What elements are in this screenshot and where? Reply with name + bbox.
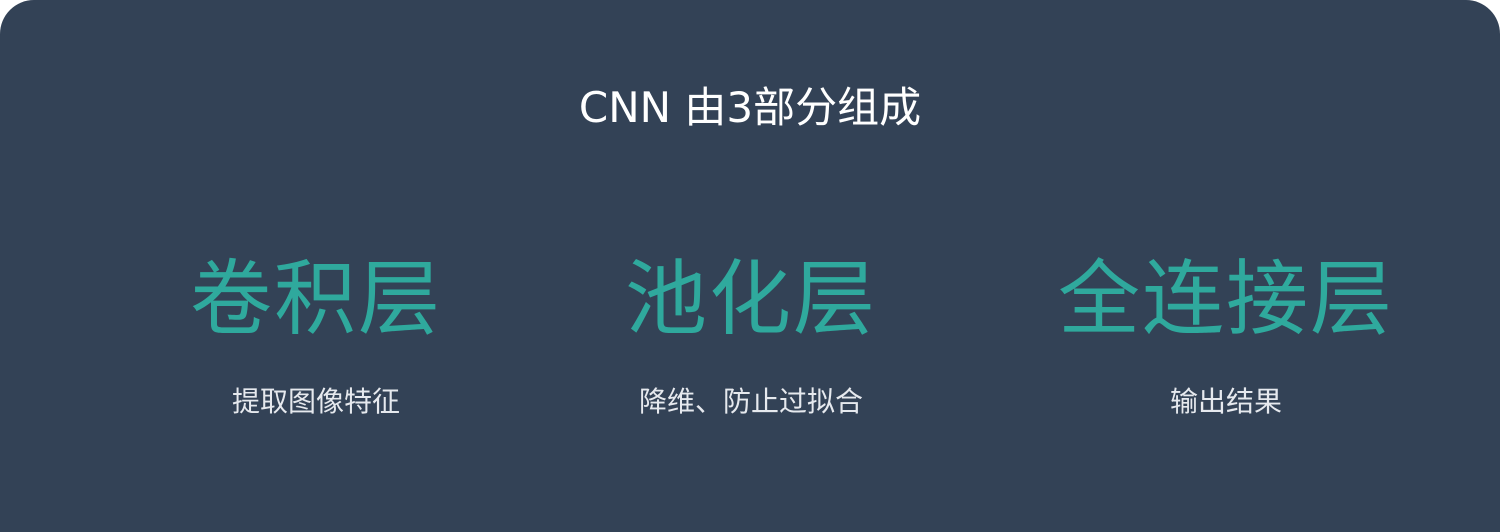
layer-description: 提取图像特征 (231, 385, 400, 418)
layer-name: 卷积层 (189, 252, 442, 347)
layer-name: 池化层 (624, 252, 877, 347)
diagram-title: CNN 由3部分组成 (578, 83, 922, 132)
layer-block-pooling: 池化层 降维、防止过拟合 (541, 250, 961, 422)
layer-description: 输出结果 (1169, 385, 1282, 418)
layer-name: 全连接层 (1057, 252, 1394, 347)
layer-description: 降维、防止过拟合 (638, 385, 863, 418)
layer-block-convolution: 卷积层 提取图像特征 (106, 250, 526, 422)
cnn-overview-card: CNN 由3部分组成 卷积层 提取图像特征 池化层 降维、防止过拟合 全连接层 … (0, 0, 1500, 532)
layer-block-fully-connected: 全连接层 输出结果 (1016, 250, 1436, 422)
